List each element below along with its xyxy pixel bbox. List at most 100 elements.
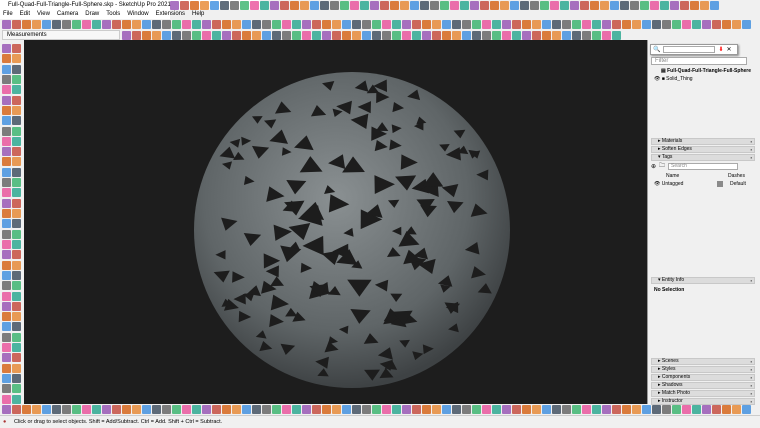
tool-icon[interactable]	[452, 405, 461, 414]
tool-icon[interactable]	[472, 20, 481, 29]
tool-icon[interactable]	[502, 405, 511, 414]
tool-icon[interactable]	[270, 1, 279, 10]
tool-icon[interactable]	[12, 157, 21, 167]
tool-icon[interactable]	[272, 31, 281, 40]
tool-icon[interactable]	[190, 1, 199, 10]
tool-icon[interactable]	[2, 147, 11, 157]
tool-icon[interactable]	[652, 405, 661, 414]
tool-icon[interactable]	[330, 1, 339, 10]
tool-icon[interactable]	[230, 1, 239, 10]
tool-icon[interactable]	[12, 374, 21, 383]
tool-icon[interactable]	[642, 20, 651, 29]
panel-entity-info[interactable]: ▾ Entity Info	[651, 277, 755, 284]
panel-shadows[interactable]: ▸ Shadows	[651, 382, 755, 389]
tool-icon[interactable]	[592, 405, 601, 414]
tool-icon[interactable]	[12, 312, 21, 322]
tool-icon[interactable]	[12, 54, 21, 64]
tool-icon[interactable]	[600, 1, 609, 10]
tool-icon[interactable]	[370, 1, 379, 10]
tool-icon[interactable]	[12, 126, 21, 136]
tool-icon[interactable]	[362, 405, 371, 414]
tool-icon[interactable]	[232, 405, 241, 414]
tool-icon[interactable]	[532, 20, 541, 29]
tool-icon[interactable]	[202, 31, 211, 40]
menu-edit[interactable]: Edit	[20, 10, 30, 19]
tool-icon[interactable]	[542, 20, 551, 29]
tags-col-dashes[interactable]: Dashes	[728, 173, 745, 179]
tool-icon[interactable]	[62, 20, 71, 29]
tool-icon[interactable]	[680, 1, 689, 10]
tool-icon[interactable]	[442, 31, 451, 40]
tool-icon[interactable]	[212, 405, 221, 414]
panel-styles[interactable]: ▸ Styles	[651, 366, 755, 373]
tool-icon[interactable]	[622, 405, 631, 414]
tool-icon[interactable]	[462, 405, 471, 414]
tool-icon[interactable]	[12, 85, 21, 95]
tool-icon[interactable]	[562, 20, 571, 29]
tool-icon[interactable]	[542, 405, 551, 414]
tool-icon[interactable]	[82, 405, 91, 414]
tool-icon[interactable]	[550, 1, 559, 10]
tool-icon[interactable]	[412, 31, 421, 40]
tool-icon[interactable]	[352, 31, 361, 40]
tool-icon[interactable]	[462, 31, 471, 40]
tool-icon[interactable]	[200, 1, 209, 10]
tool-icon[interactable]	[630, 1, 639, 10]
tool-icon[interactable]	[162, 31, 171, 40]
tool-icon[interactable]	[282, 405, 291, 414]
outliner-model[interactable]: ▤ Full-Quad-Full-Triangle-Full-Sphere	[661, 68, 751, 74]
tool-icon[interactable]	[732, 405, 741, 414]
tool-icon[interactable]	[662, 405, 671, 414]
tool-icon[interactable]	[602, 20, 611, 29]
tool-icon[interactable]	[122, 20, 131, 29]
tool-icon[interactable]	[382, 31, 391, 40]
tool-icon[interactable]	[392, 31, 401, 40]
tool-icon[interactable]	[422, 405, 431, 414]
tool-icon[interactable]	[392, 405, 401, 414]
viewport[interactable]	[24, 40, 647, 404]
tool-icon[interactable]	[362, 31, 371, 40]
tool-icon[interactable]	[162, 405, 171, 414]
tool-icon[interactable]	[300, 1, 309, 10]
tool-icon[interactable]	[12, 219, 21, 229]
tool-icon[interactable]	[152, 20, 161, 29]
tool-icon[interactable]	[2, 250, 11, 260]
tool-icon[interactable]	[2, 229, 11, 239]
tool-icon[interactable]	[590, 1, 599, 10]
tool-icon[interactable]	[122, 405, 131, 414]
close-icon[interactable]: ✕	[727, 46, 732, 53]
tool-icon[interactable]	[412, 20, 421, 29]
tool-icon[interactable]	[412, 405, 421, 414]
tool-icon[interactable]	[500, 1, 509, 10]
panel-tags[interactable]: ▾ Tags	[651, 154, 755, 161]
tool-icon[interactable]	[712, 20, 721, 29]
tool-icon[interactable]	[612, 20, 621, 29]
tool-icon[interactable]	[520, 1, 529, 10]
tool-icon[interactable]	[152, 31, 161, 40]
tool-icon[interactable]	[32, 20, 41, 29]
tool-icon[interactable]	[180, 1, 189, 10]
tool-icon[interactable]	[612, 31, 621, 40]
tool-icon[interactable]	[312, 20, 321, 29]
tool-icon[interactable]	[262, 20, 271, 29]
tool-icon[interactable]	[12, 239, 21, 249]
tool-icon[interactable]	[492, 405, 501, 414]
tool-icon[interactable]	[192, 20, 201, 29]
tool-icon[interactable]	[712, 405, 721, 414]
tool-icon[interactable]	[132, 405, 141, 414]
tool-icon[interactable]	[482, 405, 491, 414]
tool-icon[interactable]	[352, 20, 361, 29]
tool-icon[interactable]	[540, 1, 549, 10]
tool-icon[interactable]	[402, 20, 411, 29]
tool-icon[interactable]	[560, 1, 569, 10]
tool-icon[interactable]	[292, 31, 301, 40]
tool-icon[interactable]	[692, 405, 701, 414]
tool-icon[interactable]	[192, 405, 201, 414]
tool-icon[interactable]	[460, 1, 469, 10]
tool-icon[interactable]	[570, 1, 579, 10]
tool-icon[interactable]	[12, 332, 21, 342]
tool-icon[interactable]	[12, 136, 21, 146]
tool-icon[interactable]	[12, 229, 21, 239]
tool-icon[interactable]	[82, 20, 91, 29]
tool-icon[interactable]	[342, 20, 351, 29]
